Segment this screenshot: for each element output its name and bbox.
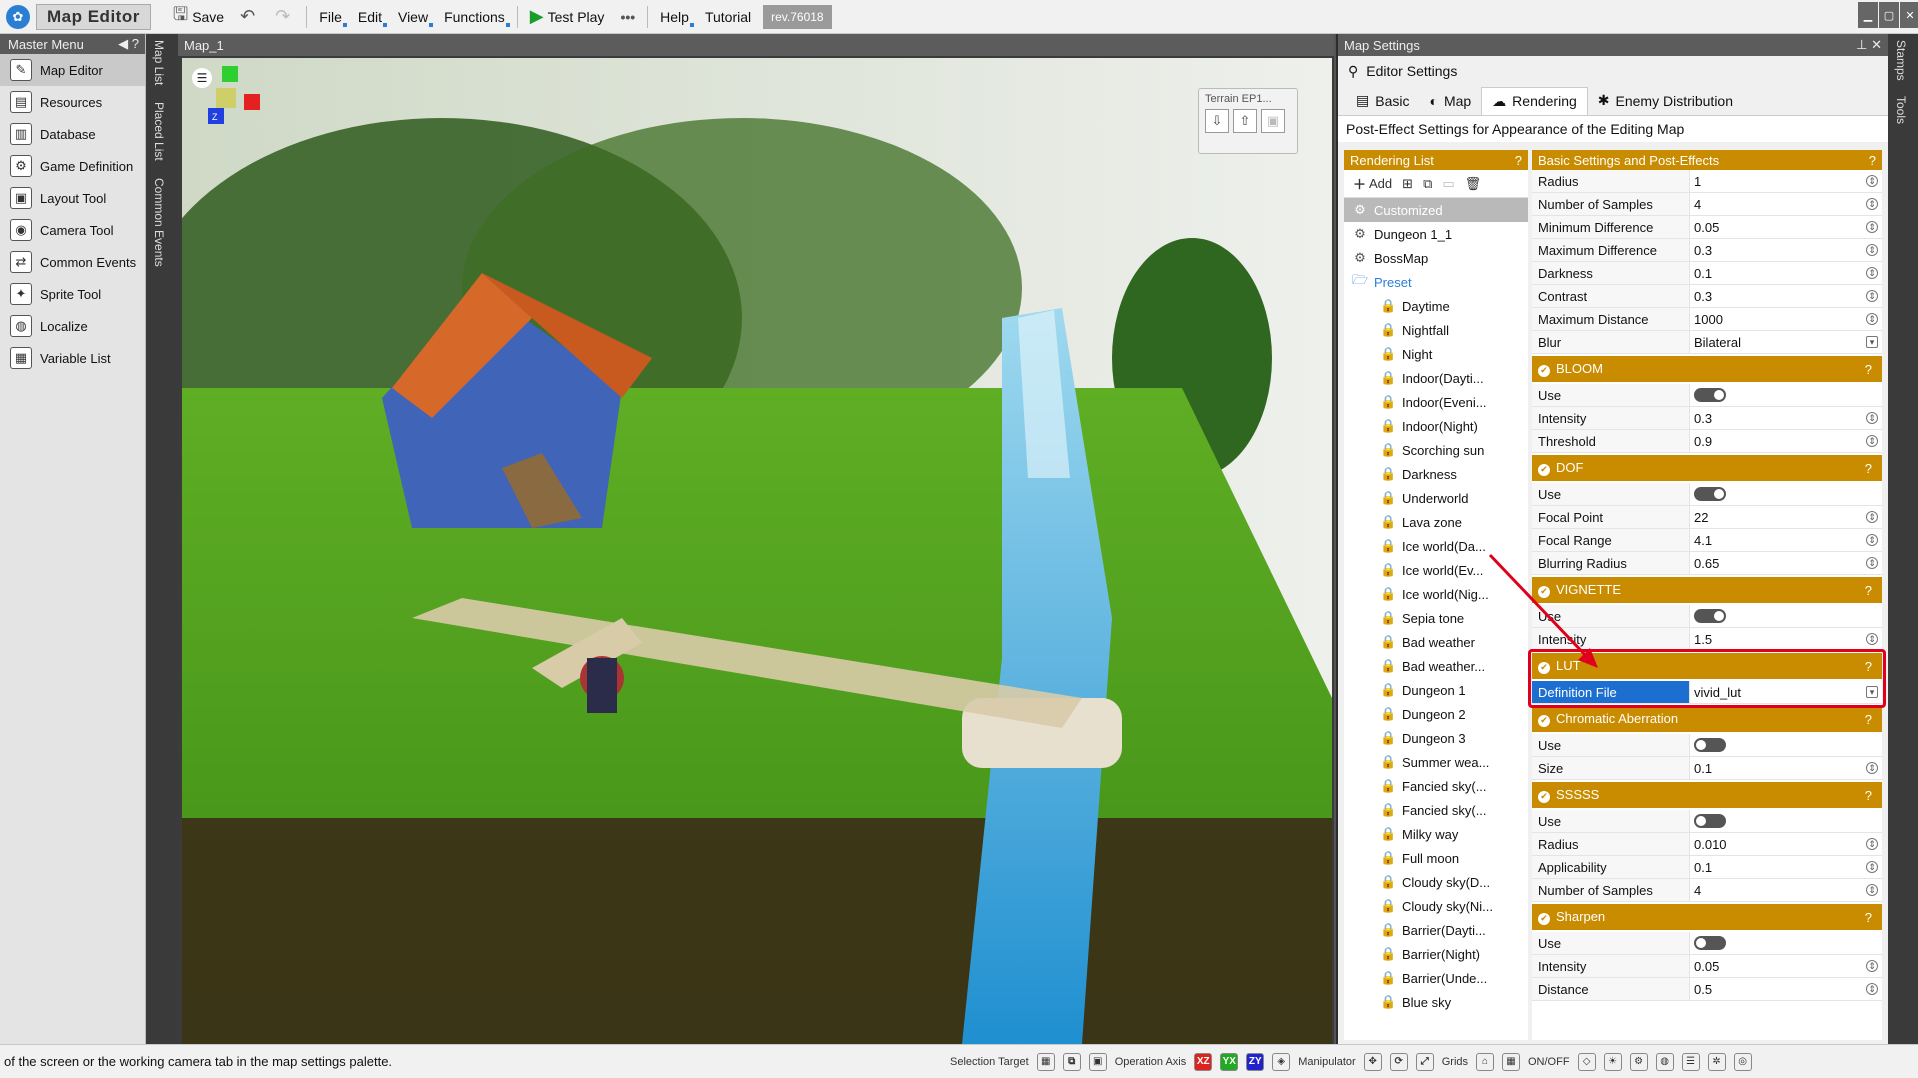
selection-event-icon[interactable]: ▣ <box>1088 1052 1107 1071</box>
grid-home-icon[interactable]: ⌂ <box>1476 1052 1494 1071</box>
callout-arrow <box>1488 553 1598 668</box>
onoff-label: ON/OFF <box>1528 1055 1570 1068</box>
move-icon[interactable]: ✥ <box>1363 1052 1382 1071</box>
app-window: ✿ Map Editor 🖫 Save ↶ ↷ File Edit View Fu… <box>0 0 1918 1078</box>
selection-grid-icon[interactable]: ▦ <box>1036 1052 1055 1071</box>
layer-icon[interactable]: ◇ <box>1577 1052 1596 1071</box>
settings-icon[interactable]: ⚙ <box>1629 1052 1648 1071</box>
axis-zy-button[interactable]: ZY <box>1246 1052 1265 1071</box>
status-message: of the screen or the working camera tab … <box>4 1054 393 1069</box>
grid-icon[interactable]: ▦ <box>1502 1052 1520 1071</box>
axis-yx-button[interactable]: YX <box>1220 1052 1239 1071</box>
sun-icon[interactable]: ☀ <box>1603 1052 1622 1071</box>
status-tools: Selection Target ▦ ⧉ ▣ Operation Axis XZ… <box>950 1052 1752 1071</box>
manipulator-label: Manipulator <box>1298 1055 1356 1068</box>
list-icon[interactable]: ☰ <box>1681 1052 1700 1071</box>
status-bar: of the screen or the working camera tab … <box>0 1044 1918 1078</box>
manipulator-icon[interactable]: ◈ <box>1272 1052 1291 1071</box>
operation-axis-label: Operation Axis <box>1114 1055 1187 1068</box>
sparkle-icon[interactable]: ✲ <box>1707 1052 1726 1071</box>
camera-icon[interactable]: ◎ <box>1733 1052 1752 1071</box>
scale-icon[interactable]: ⤢ <box>1415 1052 1434 1071</box>
rotate-icon[interactable]: ⟳ <box>1389 1052 1408 1071</box>
globe-icon[interactable]: ◍ <box>1655 1052 1674 1071</box>
selection-target-label: Selection Target <box>950 1055 1029 1068</box>
selection-object-icon[interactable]: ⧉ <box>1062 1052 1081 1071</box>
grids-label: Grids <box>1441 1055 1468 1068</box>
axis-xz-button[interactable]: XZ <box>1194 1052 1213 1071</box>
